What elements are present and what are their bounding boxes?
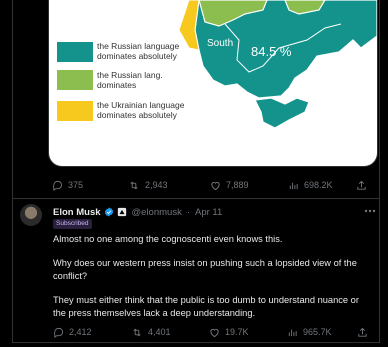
share-icon [358,327,367,337]
tweet-paragraph: Why does our western press insist on pus… [53,258,357,281]
tweet-date[interactable]: Apr 11 [195,207,222,218]
reply-count: 2,412 [69,327,92,337]
region-name: South [207,38,234,49]
avatar[interactable] [20,204,42,226]
retweet-icon [133,328,141,336]
tweet-paragraph: Almost no one among the cognoscenti even… [53,234,283,244]
heart-icon [211,181,220,190]
like-count: 19.7K [225,327,249,337]
retweet-count: 2,943 [145,180,168,190]
views-count: 698.2K [304,180,333,190]
tweet-actions: 2,412 4,401 19.7K 965.7K [53,324,373,340]
retweet-button[interactable]: 4,401 [131,324,171,340]
retweet-button[interactable]: 2,943 [128,177,168,193]
retweet-count: 4,401 [148,327,171,337]
author-handle[interactable]: @elonmusk [132,207,182,218]
reply-icon [53,180,63,191]
region-percent: 84.5 % [251,44,292,59]
like-button[interactable]: 7,889 [210,177,249,193]
reply-count: 375 [68,180,84,190]
affiliate-badge-icon [117,207,126,217]
tweet-header: Elon Musk @elonmusk · Apr 11 [53,205,222,219]
more-horizontal-icon [364,209,376,213]
legend-swatch-ukrainian-absolute [57,101,93,121]
top-tweet-actions: 375 2,943 7,889 698.2K [48,177,368,193]
tweet-divider [12,198,380,199]
legend-label-ukrainian-absolute: the Ukrainian language dominates absolut… [97,100,185,120]
verified-badge-icon [104,207,113,217]
like-count: 7,889 [226,180,249,190]
reply-icon [54,327,64,338]
tweet-text: Almost no one among the cognoscenti even… [53,233,371,331]
legend-swatch-russian-absolute [57,42,93,62]
more-options-button[interactable] [364,205,376,216]
legend-label-russian-absolute: the Russian language dominates absolutel… [97,41,180,61]
views-button[interactable]: 698.2K [288,177,333,193]
share-icon [357,180,366,190]
tweet-paragraph: They must either think that the public i… [53,295,359,318]
reply-button[interactable]: 375 [52,177,83,193]
views-count: 965.7K [303,327,332,337]
author-name[interactable]: Elon Musk [53,207,101,218]
legend-swatch-russian [57,70,93,90]
tweet-media-map[interactable]: the Russian language dominates absolutel… [48,0,378,167]
like-button[interactable]: 19.7K [209,324,249,340]
views-chart-icon [289,182,298,189]
views-button[interactable]: 965.7K [287,324,332,340]
heart-icon [210,328,219,337]
views-chart-icon [288,329,297,336]
reply-button[interactable]: 2,412 [53,324,92,340]
share-button[interactable] [357,324,368,340]
retweet-icon [130,181,138,189]
header-separator: · [186,206,190,218]
share-button[interactable] [356,177,367,193]
subscribed-badge: Subscribed [53,219,92,229]
legend-label-russian: the Russian lang. dominates [97,70,163,90]
